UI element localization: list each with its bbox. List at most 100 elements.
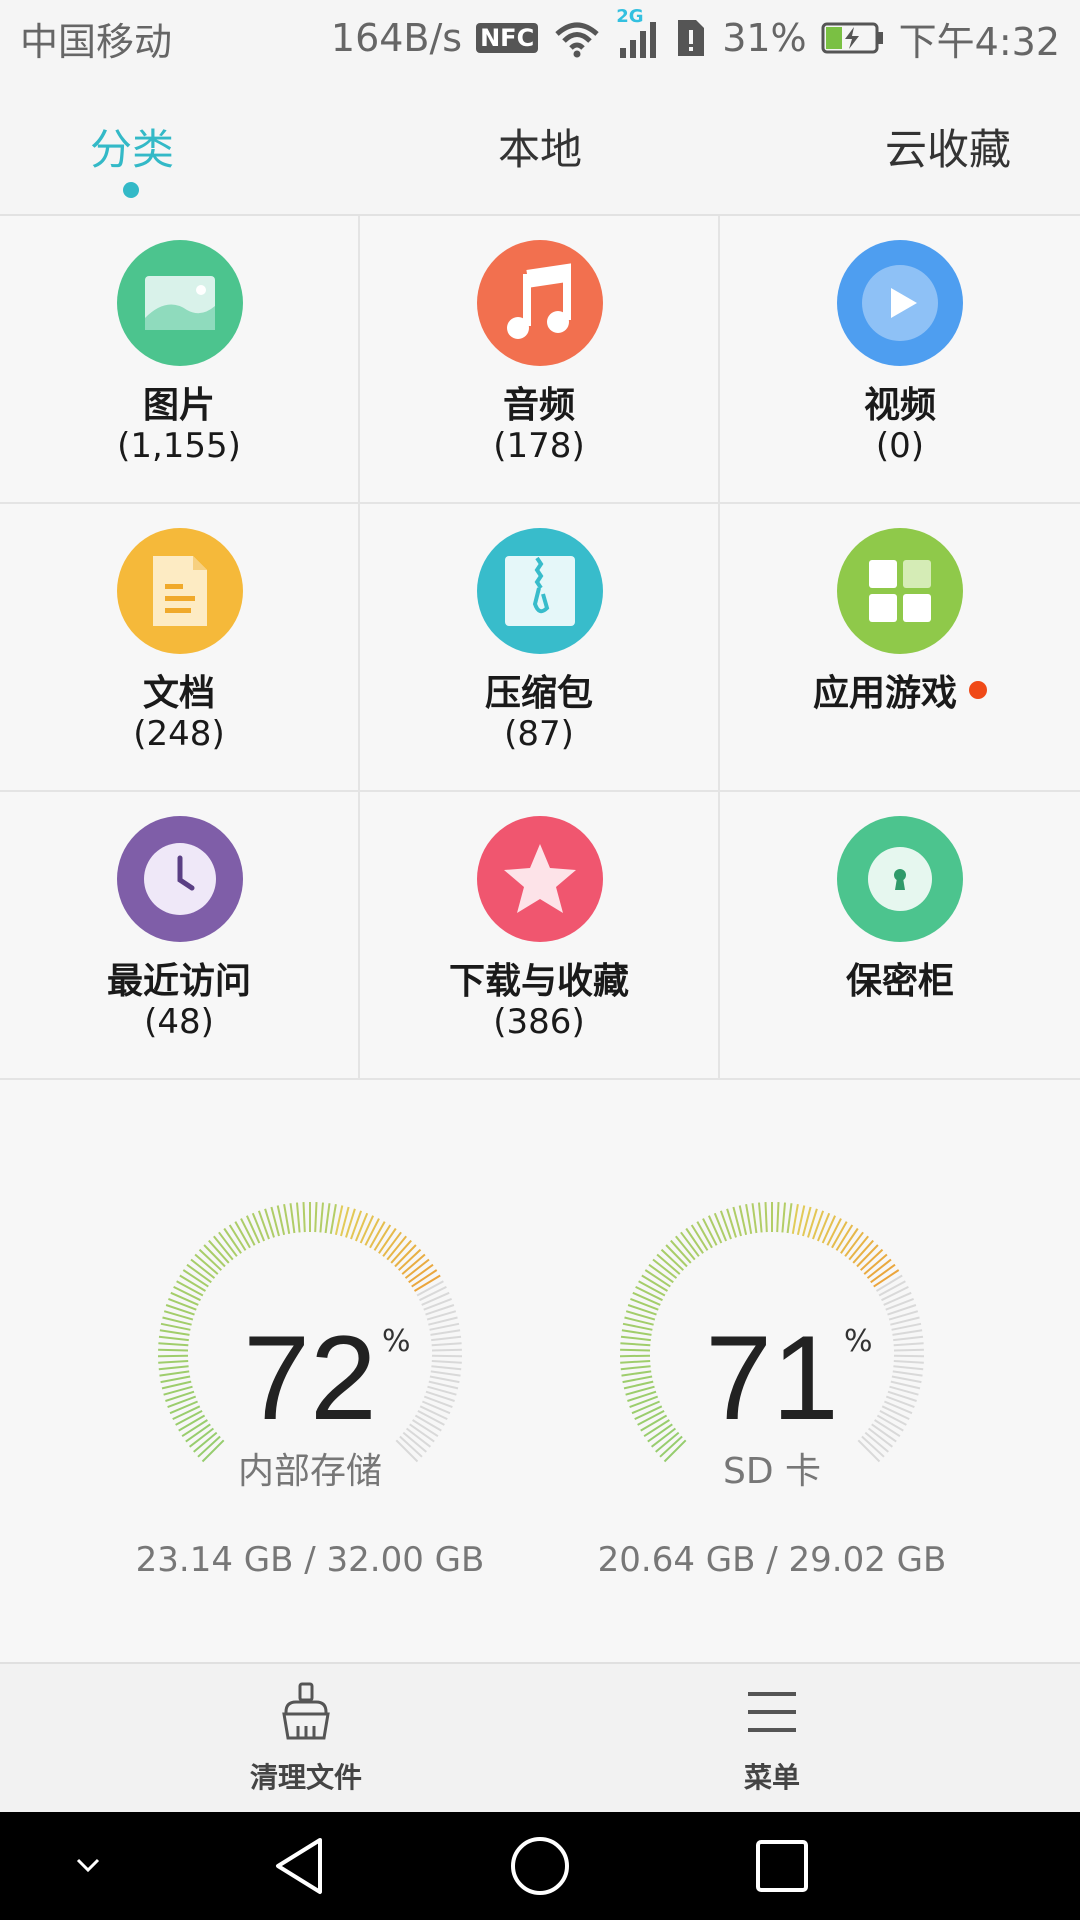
recents-icon[interactable] (752, 1834, 812, 1902)
battery-percent: 31% (722, 16, 807, 60)
gauge-tick (883, 1291, 912, 1306)
gauge-tick (786, 1203, 793, 1234)
category-label: 应用游戏 (812, 673, 957, 714)
category-count: (48) (144, 1002, 214, 1042)
category-count: (0) (875, 426, 925, 466)
storage-percent: 72 (243, 1311, 377, 1445)
apps-icon (837, 528, 963, 654)
gauge-tick (776, 1202, 780, 1233)
category-count: (248) (133, 714, 225, 754)
category-documents[interactable]: 文档 (248) (0, 504, 360, 792)
internal-storage-size: 23.14 GB / 32.00 GB (135, 1540, 485, 1580)
storage-label: 内部存储 (237, 1451, 382, 1492)
home-icon[interactable] (508, 1834, 572, 1902)
gauge-tick (289, 1203, 296, 1234)
category-archives[interactable]: 压缩包 (87) (360, 504, 720, 792)
category-safe[interactable]: 保密柜 (720, 792, 1080, 1080)
broom-icon (278, 1682, 334, 1746)
menu-button[interactable]: 菜单 (672, 1682, 872, 1796)
storage-section: 72 % 内部存储 23.14 GB / 32.00 GB 71 % SD 卡 … (0, 1084, 1080, 1662)
tab-local[interactable]: 本地 (498, 116, 582, 177)
back-icon[interactable] (270, 1834, 330, 1902)
gauge-tick (781, 1202, 786, 1233)
sd-card-gauge[interactable]: 71 % SD 卡 (572, 1154, 972, 1554)
category-count: (1,155) (117, 426, 241, 466)
gauge-tick (240, 1218, 256, 1246)
gauge-tick (702, 1218, 718, 1246)
gauge-tick (334, 1205, 344, 1236)
gauge-tick (354, 1212, 369, 1242)
category-label: 最近访问 (106, 961, 251, 1002)
category-label-row: 应用游戏 (720, 664, 1080, 716)
category-grid: 图片 (1,155) 音频 (178) 视频 (0) 文档 (248) 压缩包 … (0, 216, 1080, 1082)
gauge-tick (796, 1205, 806, 1236)
gauge-tick (745, 1204, 753, 1234)
bottom-action-bar: 清理文件 菜单 (0, 1662, 1080, 1812)
new-badge-dot (969, 681, 987, 699)
gauge-tick (826, 1218, 842, 1246)
percent-sign: % (382, 1324, 411, 1359)
gauge-tick (416, 1280, 444, 1297)
storage-label: SD 卡 (722, 1451, 822, 1492)
chevron-down-icon[interactable] (70, 1848, 106, 1888)
clean-files-label: 清理文件 (249, 1761, 362, 1794)
gauge-tick (324, 1203, 331, 1234)
tab-bar: 分类 本地 云收藏 (0, 76, 1080, 216)
gauge-tick (881, 1286, 909, 1302)
system-navigation-bar (0, 1812, 1080, 1920)
clean-files-button[interactable]: 清理文件 (206, 1682, 406, 1796)
gauge-tick (758, 1202, 763, 1233)
document-icon (117, 528, 243, 654)
category-images[interactable]: 图片 (1,155) (0, 216, 360, 504)
gauge-tick (707, 1215, 723, 1244)
gauge-tick (713, 1212, 728, 1242)
gauge-tick (283, 1204, 291, 1234)
gauge-tick (635, 1286, 663, 1302)
category-apps-games[interactable]: 应用游戏 (720, 504, 1080, 792)
tab-category[interactable]: 分类 (90, 116, 174, 177)
gauge-tick (751, 1203, 758, 1234)
gauge-tick (296, 1202, 301, 1233)
battery-charging-icon (821, 21, 885, 55)
gauge-tick (245, 1215, 261, 1244)
gauge-tick (816, 1212, 831, 1242)
status-bar: 中国移动 164B/s NFC 2G 31% 下午4:32 (0, 0, 1080, 76)
network-speed: 164B/s (330, 16, 463, 60)
internal-storage-gauge[interactable]: 72 % 内部存储 (110, 1154, 510, 1554)
category-recent[interactable]: 最近访问 (48) (0, 792, 360, 1080)
gauge-tick (738, 1205, 748, 1236)
video-icon (837, 240, 963, 366)
percent-sign: % (844, 1324, 873, 1359)
gauge-tick (329, 1204, 337, 1234)
gauge-tick (696, 1221, 713, 1249)
category-video[interactable]: 视频 (0) (720, 216, 1080, 504)
category-count: (87) (504, 714, 574, 754)
category-label: 视频 (863, 385, 936, 426)
gauge-tick (359, 1215, 375, 1244)
gauge-tick (638, 1280, 666, 1297)
category-count: (178) (493, 426, 585, 466)
star-icon (477, 816, 603, 942)
category-audio[interactable]: 音频 (178) (360, 216, 720, 504)
carrier-name: 中国移动 (20, 19, 173, 64)
nfc-icon: NFC (476, 23, 539, 53)
menu-icon (744, 1692, 800, 1746)
clock-icon (117, 816, 243, 942)
gauge-tick (821, 1215, 837, 1244)
category-label: 保密柜 (845, 961, 954, 1002)
gauge-tick (878, 1280, 906, 1297)
gauge-tick (314, 1202, 318, 1233)
category-downloads-favorites[interactable]: 下载与收藏 (386) (360, 792, 720, 1080)
zip-icon (477, 528, 603, 654)
sd-card-size: 20.64 GB / 29.02 GB (597, 1540, 947, 1580)
tab-cloud-favorites[interactable]: 云收藏 (885, 116, 1011, 177)
gauge-tick (421, 1291, 450, 1306)
gauge-tick (319, 1202, 324, 1233)
gauge-tick (632, 1291, 661, 1306)
gauge-tick (170, 1291, 199, 1306)
gauge-tick (831, 1221, 848, 1249)
music-icon (477, 240, 603, 366)
image-icon (117, 240, 243, 366)
gauge-tick (419, 1286, 447, 1302)
active-tab-indicator (123, 182, 139, 198)
